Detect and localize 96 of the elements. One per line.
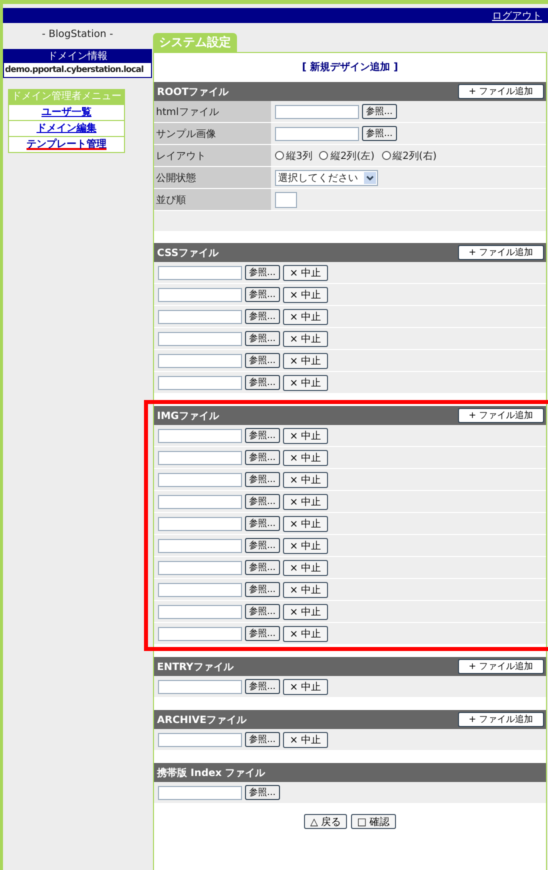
browse-button[interactable]: 参照...: [245, 428, 280, 443]
file-path-field[interactable]: [158, 450, 242, 464]
cancel-button[interactable]: × 中止: [282, 264, 328, 280]
file-path-field[interactable]: [158, 288, 242, 302]
browse-button[interactable]: 参照...: [245, 604, 280, 619]
file-path-field[interactable]: [158, 332, 242, 346]
file-path-field[interactable]: [158, 604, 242, 618]
cancel-button[interactable]: × 中止: [282, 560, 328, 576]
cancel-button[interactable]: × 中止: [282, 330, 328, 346]
file-path-field[interactable]: [158, 494, 242, 508]
form-button[interactable]: □ 確認: [351, 814, 396, 829]
logout-link[interactable]: ログアウト: [492, 8, 542, 22]
menu-title: ドメイン管理者メニュー: [9, 90, 124, 104]
cancel-button[interactable]: × 中止: [282, 450, 328, 466]
radio-label: 縦2列(左): [330, 150, 375, 162]
radio-label: 縦2列(右): [392, 150, 437, 162]
browse-button[interactable]: 参照...: [245, 353, 280, 368]
cancel-button[interactable]: × 中止: [282, 626, 328, 642]
browse-button[interactable]: 参照...: [245, 331, 280, 346]
file-path-field[interactable]: [158, 582, 242, 596]
file-path-field[interactable]: [158, 626, 242, 640]
field-label: htmlファイル: [154, 101, 271, 122]
file-path-field[interactable]: [158, 786, 242, 800]
browse-button[interactable]: 参照...: [245, 582, 280, 597]
cancel-button[interactable]: × 中止: [282, 308, 328, 324]
section-title: ARCHIVEファイル: [157, 714, 246, 726]
radio-button[interactable]: [275, 151, 284, 160]
radio-button[interactable]: [382, 151, 391, 160]
site-name: - BlogStation -: [40, 29, 114, 42]
file-path-field[interactable]: [275, 126, 359, 140]
browse-button[interactable]: 参照...: [245, 560, 280, 575]
file-path-field[interactable]: [158, 266, 242, 280]
caret-icon: [364, 172, 376, 184]
page-heading: [ 新規デザイン追加 ]: [300, 60, 400, 75]
cancel-button[interactable]: × 中止: [282, 428, 328, 444]
domain-info-title: ドメイン情報: [4, 50, 151, 63]
file-path-field[interactable]: [158, 472, 242, 486]
browse-button[interactable]: 参照...: [245, 732, 280, 747]
file-path-field[interactable]: [158, 560, 242, 574]
browse-button[interactable]: 参照...: [362, 126, 397, 141]
file-path-field[interactable]: [158, 680, 242, 694]
add-file-button[interactable]: + ファイル追加: [458, 408, 544, 423]
section-title: ROOTファイル: [157, 86, 229, 98]
domain-name: demo.pportal.cyberstation.local: [4, 64, 144, 77]
form-button[interactable]: △ 戻る: [304, 814, 348, 829]
cancel-button[interactable]: × 中止: [282, 604, 328, 620]
menu-link[interactable]: ドメイン編集: [36, 123, 96, 134]
file-path-field[interactable]: [158, 354, 242, 368]
cancel-button[interactable]: × 中止: [282, 494, 328, 510]
browse-button[interactable]: 参照...: [245, 494, 280, 509]
field-label: 並び順: [154, 189, 271, 210]
radio-button[interactable]: [319, 151, 328, 160]
add-file-button[interactable]: + ファイル追加: [458, 245, 544, 260]
add-file-button[interactable]: + ファイル追加: [458, 659, 544, 674]
menu-link[interactable]: ユーザ一覧: [42, 107, 92, 118]
add-file-button[interactable]: + ファイル追加: [458, 84, 544, 99]
cancel-button[interactable]: × 中止: [282, 472, 328, 488]
browse-button[interactable]: 参照...: [245, 626, 280, 641]
browse-button[interactable]: 参照...: [245, 265, 280, 280]
file-path-field[interactable]: [158, 428, 242, 442]
cancel-button[interactable]: × 中止: [282, 732, 328, 748]
cancel-button[interactable]: × 中止: [282, 374, 328, 390]
browse-button[interactable]: 参照...: [245, 472, 280, 487]
browse-button[interactable]: 参照...: [245, 785, 280, 800]
file-path-field[interactable]: [158, 516, 242, 530]
cancel-button[interactable]: × 中止: [282, 582, 328, 598]
section-title: 携帯版 Index ファイル: [157, 766, 266, 780]
browse-button[interactable]: 参照...: [362, 104, 397, 119]
field-label: サンプル画像: [154, 123, 271, 144]
status-dropdown[interactable]: 選択してください: [275, 170, 378, 186]
section-title: IMGファイル: [157, 410, 219, 422]
field-label: 公開状態: [154, 167, 271, 188]
cancel-button[interactable]: × 中止: [282, 352, 328, 368]
cancel-button[interactable]: × 中止: [282, 516, 328, 532]
browse-button[interactable]: 参照...: [245, 450, 280, 465]
browse-button[interactable]: 参照...: [245, 309, 280, 324]
browse-button[interactable]: 参照...: [245, 679, 280, 694]
browse-button[interactable]: 参照...: [245, 287, 280, 302]
add-file-button[interactable]: + ファイル追加: [458, 712, 544, 727]
browse-button[interactable]: 参照...: [245, 375, 280, 390]
field-label: レイアウト: [154, 145, 271, 166]
file-path-field[interactable]: [158, 538, 242, 552]
browse-button[interactable]: 参照...: [245, 538, 280, 553]
menu-link[interactable]: テンプレート管理: [26, 139, 106, 150]
cancel-button[interactable]: × 中止: [282, 286, 328, 302]
radio-label: 縦3列: [286, 150, 312, 162]
cancel-button[interactable]: × 中止: [282, 678, 328, 694]
section-title: CSSファイル: [157, 246, 218, 260]
browse-button[interactable]: 参照...: [245, 516, 280, 531]
file-path-field[interactable]: [275, 104, 359, 118]
cancel-button[interactable]: × 中止: [282, 538, 328, 554]
file-path-field[interactable]: [158, 732, 242, 746]
file-path-field[interactable]: [158, 310, 242, 324]
order-field[interactable]: [275, 192, 297, 208]
section-title: ENTRYファイル: [157, 660, 234, 674]
file-path-field[interactable]: [158, 376, 242, 390]
